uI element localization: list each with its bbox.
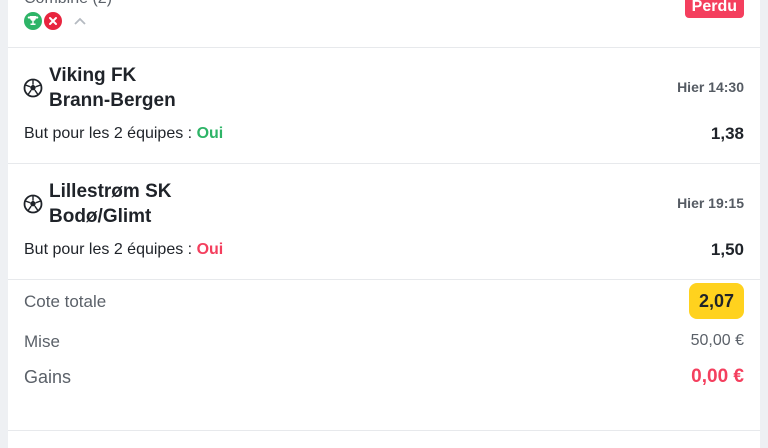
home-team: Lillestrøm SK: [49, 181, 172, 202]
market-label: But pour les 2 équipes :: [24, 241, 193, 258]
chevron-up-icon[interactable]: [72, 13, 88, 29]
away-team: Bodø/Glimt: [49, 206, 152, 227]
home-team: Viking FK: [49, 65, 137, 86]
match-time: Hier 19:15: [677, 195, 744, 211]
selection-odd: 1,50: [710, 240, 744, 259]
pick-won: Oui: [196, 125, 224, 142]
soccer-ball-icon: [23, 194, 43, 214]
gains-label: Gains: [24, 367, 72, 387]
selection-row: Lillestrøm SK Bodø/Glimt Hier 19:15 But …: [8, 164, 760, 280]
bet-market: But pour les 2 équipes : Oui: [24, 241, 223, 259]
soccer-ball-icon: [23, 78, 43, 98]
match-time: Hier 14:30: [677, 79, 744, 95]
selection-row: Viking FK Brann-Bergen Hier 14:30 But po…: [8, 48, 760, 164]
divider: [8, 430, 760, 431]
selection-odd: 1,38: [710, 124, 744, 143]
total-odds-value: 2,07: [689, 283, 744, 319]
selection-status-icons: [24, 12, 62, 30]
bet-header[interactable]: Combiné (2) Perdu: [8, 0, 760, 48]
trophy-icon: [24, 12, 42, 30]
bet-title: Combiné (2): [24, 0, 112, 8]
stake-label: Mise: [24, 332, 60, 351]
pick-lost: Oui: [196, 241, 224, 258]
status-badge: Perdu: [684, 0, 744, 18]
away-team: Brann-Bergen: [49, 90, 176, 111]
total-odds-label: Cote totale: [24, 292, 107, 311]
stake-value: 50,00 €: [690, 332, 744, 349]
bet-slip-card: Combiné (2) Perdu Viking FK Brann-Bergen…: [8, 0, 760, 448]
gains-value: 0,00 €: [691, 366, 744, 387]
close-icon: [44, 12, 62, 30]
market-label: But pour les 2 équipes :: [24, 125, 193, 142]
bet-market: But pour les 2 équipes : Oui: [24, 125, 223, 143]
